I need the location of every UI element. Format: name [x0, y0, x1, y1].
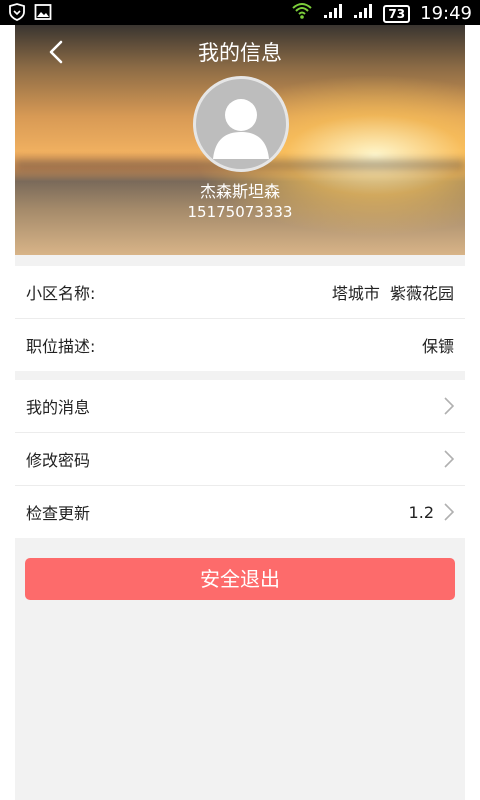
chevron-left-icon[interactable]	[43, 40, 73, 71]
chevron-right-icon	[444, 503, 455, 521]
status-bar: 73 19:49	[0, 0, 480, 25]
back-button[interactable]	[43, 37, 73, 67]
shield-heart-icon	[8, 3, 26, 25]
community-label: 小区名称:	[26, 284, 96, 303]
check-update-label: 检查更新	[26, 504, 91, 523]
messages-row[interactable]: 我的消息	[15, 380, 465, 433]
wifi-icon	[291, 2, 313, 25]
chevron-right-icon	[444, 450, 455, 468]
change-password-label: 修改密码	[26, 451, 91, 470]
update-version: 1.2	[408, 502, 434, 522]
page-title: 我的信息	[198, 41, 282, 65]
menu-group: 我的消息 修改密码 检查更新 1.2	[15, 380, 465, 538]
check-update-row[interactable]: 检查更新 1.2	[15, 486, 465, 538]
position-row: 职位描述: 保镖	[15, 319, 465, 371]
clock: 19:49	[420, 3, 472, 24]
position-value: 保镖	[421, 337, 454, 356]
logout-button[interactable]: 安全退出	[25, 558, 455, 600]
signal-icon	[353, 3, 373, 24]
user-phone: 15175073333	[187, 203, 293, 221]
user-name: 杰森斯坦森	[199, 182, 280, 201]
image-icon	[34, 3, 52, 25]
chevron-right-icon	[444, 397, 455, 415]
profile-header: 我的信息 杰森斯坦森 15175073333	[15, 25, 465, 255]
messages-label: 我的消息	[26, 398, 91, 417]
user-avatar-icon	[196, 99, 286, 169]
position-label: 职位描述:	[26, 337, 96, 356]
app-frame: 我的信息 杰森斯坦森 15175073333 小区名称: 塔城市 紫薇花园 职位…	[15, 25, 465, 800]
signal-icon	[323, 3, 343, 24]
change-password-row[interactable]: 修改密码	[15, 433, 465, 486]
community-row: 小区名称: 塔城市 紫薇花园	[15, 266, 465, 319]
battery-icon: 73	[383, 4, 411, 23]
avatar[interactable]	[193, 76, 289, 172]
info-group: 小区名称: 塔城市 紫薇花园 职位描述: 保镖	[15, 266, 465, 371]
community-value: 塔城市 紫薇花园	[331, 284, 454, 303]
